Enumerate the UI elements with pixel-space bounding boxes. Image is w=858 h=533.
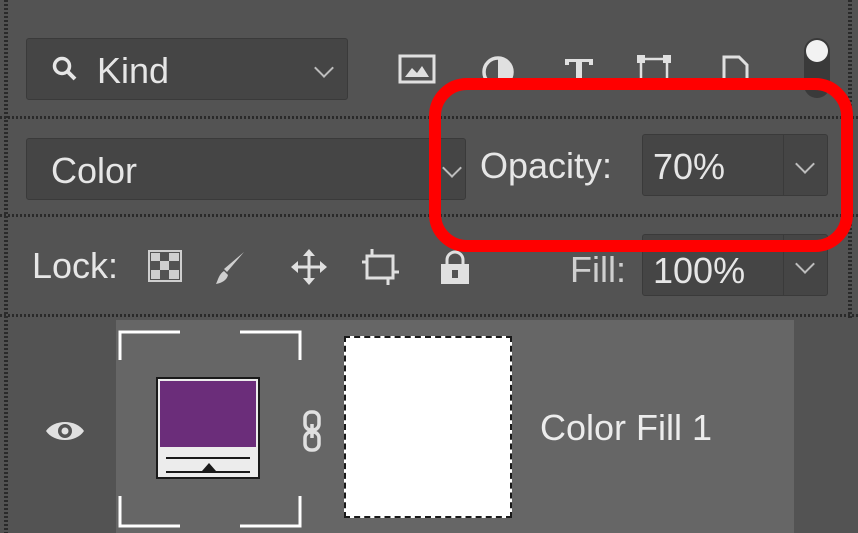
layer-name: Color Fill 1: [540, 407, 713, 448]
chevron-down-icon: [314, 58, 334, 78]
layer-mask-thumbnail[interactable]: [344, 336, 512, 518]
fill-layer-thumbnail[interactable]: [156, 377, 260, 479]
layer-row[interactable]: Color Fill 1: [116, 320, 794, 533]
layers-panel: Kind Color Opacity: 70% Lock: Fill: 100%…: [0, 0, 858, 533]
chevron-down-icon[interactable]: [795, 254, 815, 274]
slider-line: [166, 471, 250, 473]
link-chain-icon[interactable]: [302, 410, 322, 452]
slider-line: [166, 457, 250, 459]
eye-icon[interactable]: [44, 418, 86, 444]
lock-transparent-pixels-icon[interactable]: [148, 250, 182, 282]
fill-color-swatch: [160, 381, 256, 447]
kind-filter-dropdown[interactable]: Kind: [26, 38, 348, 100]
lock-image-pixels-icon[interactable]: [214, 250, 248, 286]
highlight-annotation: [429, 78, 853, 252]
lock-all-icon[interactable]: [438, 250, 472, 286]
panel-border-left: [4, 0, 8, 533]
toggle-knob: [806, 40, 828, 62]
divider: [0, 314, 858, 317]
fill-label: Fill:: [570, 249, 626, 290]
fill-value: 100%: [653, 250, 746, 291]
lock-label: Lock:: [32, 245, 119, 286]
search-icon: [52, 56, 77, 81]
blend-mode-label: Color: [51, 150, 138, 191]
lock-artboard-icon[interactable]: [360, 248, 400, 286]
blend-mode-dropdown[interactable]: Color: [26, 138, 466, 200]
pixel-filter-icon[interactable]: [398, 54, 436, 86]
kind-label: Kind: [97, 50, 170, 91]
lock-position-icon[interactable]: [290, 248, 328, 286]
scrollbar-track[interactable]: [794, 320, 852, 533]
slider-triangle-icon: [202, 463, 216, 471]
